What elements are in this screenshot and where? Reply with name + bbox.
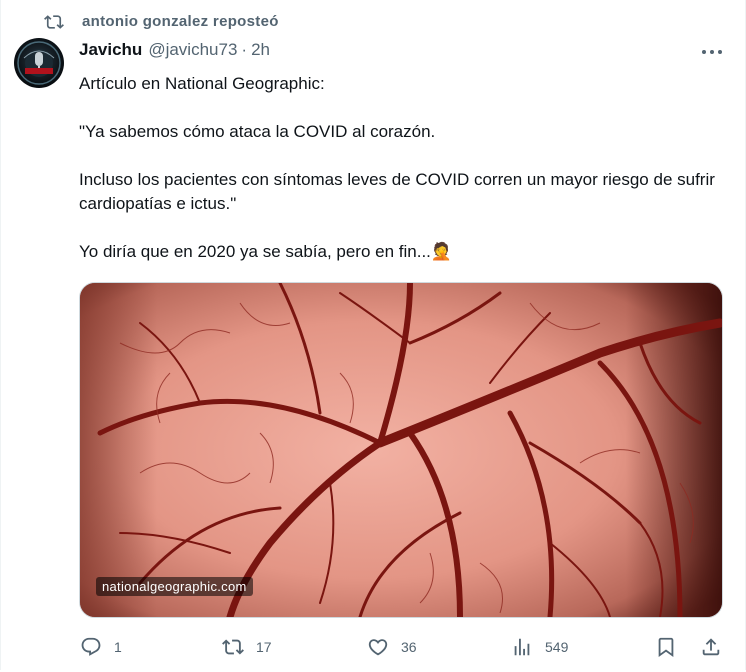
tweet-text-line: "Ya sabemos cómo ataca la COVID al coraz… [79,122,436,141]
action-bar: 1 17 36 549 [0,630,746,664]
share-button[interactable] [700,630,722,664]
reply-count: 1 [114,639,122,655]
post-time[interactable]: 2h [251,40,270,60]
bookmark-icon [658,637,674,658]
reply-button[interactable]: 1 [80,630,122,664]
facepalm-emoji: 🤦 [430,242,453,261]
repost-icon [222,639,244,655]
tweet-header: Javichu @javichu73 · 2h [79,40,270,60]
heart-vessels-image [80,283,722,617]
tweet-text-span: Yo diría que en 2020 ya se sabía, pero e… [79,242,431,261]
views-count: 549 [545,639,569,655]
image-source-caption: nationalgeographic.com [96,577,253,596]
author-name[interactable]: Javichu [79,40,142,60]
more-options-icon[interactable] [700,46,724,58]
share-icon [702,638,720,656]
tweet-text: Artículo en National Geographic: "Ya sab… [79,72,729,264]
separator-dot: · [241,40,248,59]
repost-count: 17 [256,639,272,655]
tweet-image[interactable]: nationalgeographic.com [79,282,723,618]
tweet-text-line: Yo diría que en 2020 ya se sabía, pero e… [79,240,729,264]
bookmark-button[interactable] [655,630,677,664]
views-button[interactable]: 549 [511,630,568,664]
repost-icon [44,15,64,29]
avatar[interactable] [14,38,64,88]
avatar-logo-image [17,41,61,85]
views-chart-icon [514,638,530,656]
tweet-text-line: Incluso los pacientes con síntomas leves… [79,170,715,213]
like-button[interactable]: 36 [367,630,417,664]
author-handle[interactable]: @javichu73 [148,40,237,60]
heart-icon [368,639,388,656]
repost-button[interactable]: 17 [222,630,272,664]
reply-icon [81,637,101,656]
repost-label[interactable]: antonio gonzalez reposteó [82,13,279,30]
repost-indicator [44,10,64,34]
like-count: 36 [401,639,417,655]
tweet-text-line: Artículo en National Geographic: [79,74,325,93]
